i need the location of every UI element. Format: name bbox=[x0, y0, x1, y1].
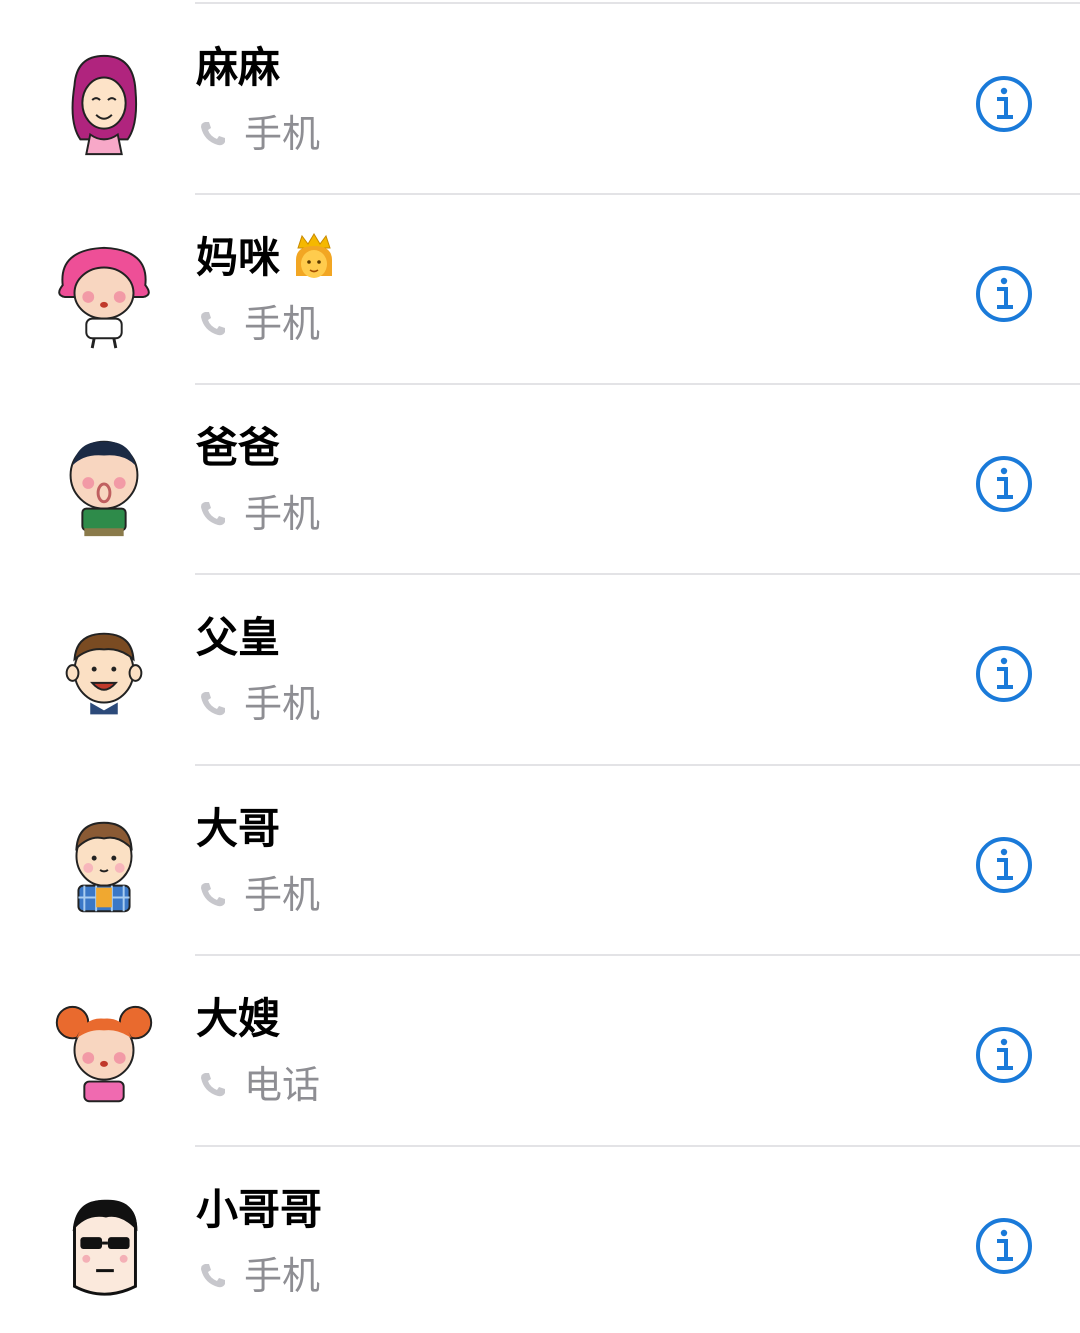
info-icon bbox=[976, 1027, 1032, 1083]
contact-phone-label: 手机 bbox=[198, 871, 320, 919]
info-icon bbox=[976, 76, 1032, 132]
contact-phone-label: 手机 bbox=[198, 110, 320, 158]
boy-plaid-shirt-avatar bbox=[45, 807, 163, 925]
info-icon bbox=[976, 1218, 1032, 1274]
phone-icon bbox=[198, 880, 228, 910]
info-button[interactable] bbox=[974, 74, 1034, 134]
phone-icon bbox=[198, 689, 228, 719]
man-green-shirt-avatar bbox=[45, 426, 163, 544]
contact-name: 麻麻 bbox=[196, 43, 281, 92]
sunglasses-guy-avatar bbox=[45, 1188, 163, 1306]
contact-row[interactable]: 小哥哥 手机 bbox=[0, 1146, 1080, 1333]
contact-row[interactable]: 麻麻 手机 bbox=[0, 4, 1080, 194]
contact-phone-label: 电话 bbox=[198, 1061, 320, 1109]
info-button[interactable] bbox=[974, 264, 1034, 324]
brown-hair-man-avatar bbox=[45, 616, 163, 734]
info-button[interactable] bbox=[974, 454, 1034, 514]
contact-name: 小哥哥 bbox=[196, 1185, 323, 1234]
contact-name: 大嫂 bbox=[196, 994, 281, 1043]
contact-name: 妈咪 bbox=[196, 232, 338, 284]
pink-hair-girl-avatar bbox=[45, 236, 163, 354]
info-icon bbox=[976, 266, 1032, 322]
contact-row[interactable]: 妈咪 手机 bbox=[0, 194, 1080, 384]
info-button[interactable] bbox=[974, 1216, 1034, 1276]
phone-icon bbox=[198, 1261, 228, 1291]
contact-row[interactable]: 父皇 手机 bbox=[0, 574, 1080, 764]
info-button[interactable] bbox=[974, 644, 1034, 704]
contact-phone-label: 手机 bbox=[198, 680, 320, 728]
info-icon bbox=[976, 837, 1032, 893]
info-button[interactable] bbox=[974, 835, 1034, 895]
info-icon bbox=[976, 456, 1032, 512]
contact-phone-label: 手机 bbox=[198, 1252, 320, 1300]
contact-name: 大哥 bbox=[196, 804, 281, 853]
info-icon bbox=[976, 646, 1032, 702]
info-button[interactable] bbox=[974, 1025, 1034, 1085]
phone-icon bbox=[198, 119, 228, 149]
contact-row[interactable]: 大嫂 电话 bbox=[0, 955, 1080, 1145]
woman-magenta-hair-avatar bbox=[45, 46, 163, 164]
phone-icon bbox=[198, 309, 228, 339]
contact-name: 爸爸 bbox=[196, 423, 281, 472]
phone-icon bbox=[198, 1070, 228, 1100]
princess-emoji bbox=[290, 232, 338, 284]
contact-row[interactable]: 爸爸 手机 bbox=[0, 384, 1080, 574]
phone-icon bbox=[198, 499, 228, 529]
contact-name: 父皇 bbox=[196, 613, 281, 662]
contact-phone-label: 手机 bbox=[198, 300, 320, 348]
contact-phone-label: 手机 bbox=[198, 490, 320, 538]
contact-row[interactable]: 大哥 手机 bbox=[0, 765, 1080, 955]
contact-list: 麻麻 手机 妈咪 手机 爸爸 手机 父皇 手机 大哥 手机 大嫂 电话 小哥哥 … bbox=[0, 0, 1080, 1333]
orange-buns-girl-avatar bbox=[45, 997, 163, 1115]
